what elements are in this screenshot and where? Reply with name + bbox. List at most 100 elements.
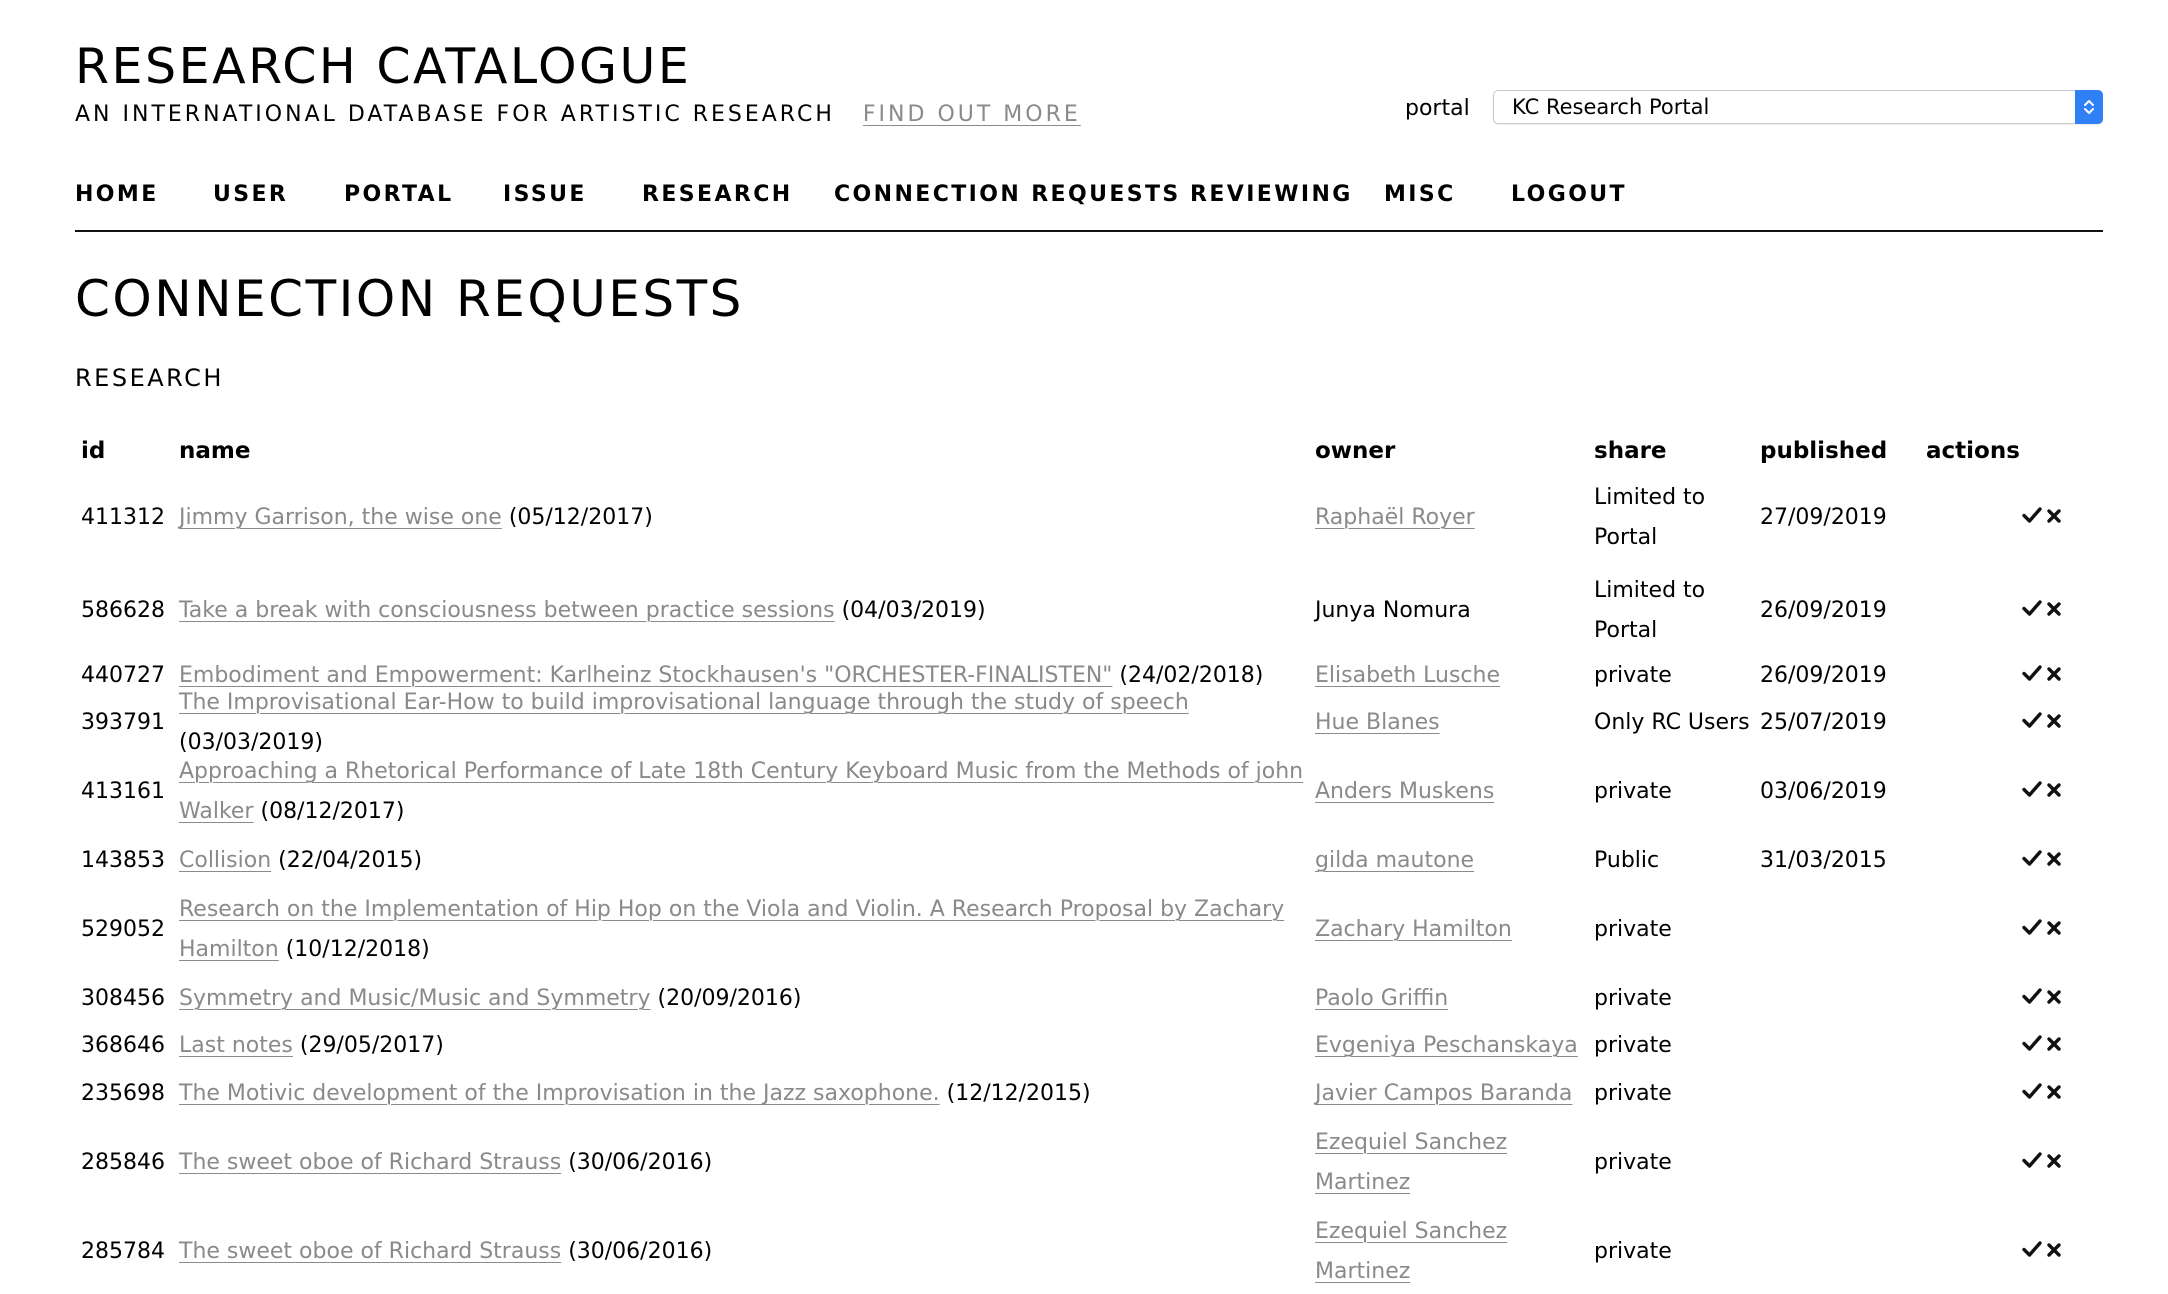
checkmark-icon[interactable]	[2021, 985, 2043, 1007]
research-link[interactable]: The sweet oboe of Richard Strauss	[179, 1150, 561, 1175]
checkmark-icon[interactable]	[2021, 1032, 2043, 1054]
main-nav: HOME USER PORTAL ISSUE RESEARCH CONNECTI…	[75, 182, 2103, 232]
research-link[interactable]: Take a break with consciousness between …	[179, 598, 835, 623]
nav-home[interactable]: HOME	[75, 182, 159, 207]
site-title[interactable]: RESEARCH CATALOGUE	[75, 38, 691, 95]
column-header-share: share	[1594, 438, 1667, 464]
research-link-continued[interactable]: Hamilton	[179, 937, 279, 962]
owner-link[interactable]: Zachary Hamilton	[1315, 917, 1512, 942]
checkmark-icon[interactable]	[2021, 1149, 2043, 1171]
cell-name: Collision (22/04/2015)	[179, 841, 1304, 881]
research-link[interactable]: The Motivic development of the Improvisa…	[179, 1081, 940, 1106]
cross-icon[interactable]	[2043, 986, 2065, 1008]
cell-share: Limited to Portal	[1594, 476, 1754, 560]
table-row: 368646 Last notes (29/05/2017) Evgeniya Pe…	[75, 1026, 2103, 1066]
research-date: (12/12/2015)	[946, 1081, 1091, 1106]
nav-reviewing[interactable]: REVIEWING	[1190, 182, 1353, 207]
cross-icon[interactable]	[2043, 917, 2065, 939]
page-title: CONNECTION REQUESTS	[75, 270, 744, 328]
cell-actions	[2021, 750, 2101, 834]
table-row: 235698 The Motivic development of the Imp…	[75, 1074, 2103, 1114]
cell-owner: Ezequiel Sanchez Martinez	[1315, 1210, 1590, 1294]
row-id: 143853	[81, 848, 165, 873]
owner-link[interactable]: gilda mautone	[1315, 848, 1474, 873]
nav-issue[interactable]: ISSUE	[503, 182, 587, 207]
checkmark-icon[interactable]	[2021, 709, 2043, 731]
checkmark-icon[interactable]	[2021, 778, 2043, 800]
owner-link[interactable]: Ezequiel Sanchez	[1315, 1130, 1507, 1155]
owner-link[interactable]: Evgeniya Peschanskaya	[1315, 1033, 1578, 1058]
research-date: (30/06/2016)	[568, 1239, 713, 1264]
cell-id: 285784	[81, 1210, 181, 1294]
share-text-continued: Portal	[1594, 618, 1658, 643]
cell-actions	[2021, 1026, 2101, 1066]
cell-published	[1760, 1026, 1900, 1066]
cross-icon[interactable]	[2043, 779, 2065, 801]
checkmark-icon[interactable]	[2021, 847, 2043, 869]
nav-user[interactable]: USER	[213, 182, 288, 207]
row-id: 308456	[81, 986, 165, 1011]
nav-misc[interactable]: MISC	[1384, 182, 1456, 207]
checkmark-icon[interactable]	[2021, 597, 2043, 619]
owner-link-continued[interactable]: Martinez	[1315, 1170, 1410, 1195]
cell-id: 235698	[81, 1074, 181, 1114]
checkmark-icon[interactable]	[2021, 916, 2043, 938]
research-link[interactable]: Symmetry and Music/Music and Symmetry	[179, 986, 651, 1011]
owner-link-continued[interactable]: Martinez	[1315, 1259, 1410, 1284]
research-date: (10/12/2018)	[285, 937, 430, 962]
research-link-continued[interactable]: Walker	[179, 799, 253, 824]
row-id: 235698	[81, 1081, 165, 1106]
owner-link[interactable]: Hue Blanes	[1315, 710, 1440, 735]
row-id: 586628	[81, 598, 165, 623]
nav-connection-requests[interactable]: CONNECTION REQUESTS	[834, 182, 1181, 207]
cross-icon[interactable]	[2043, 1033, 2065, 1055]
cross-icon[interactable]	[2043, 505, 2065, 527]
cross-icon[interactable]	[2043, 848, 2065, 870]
checkmark-icon[interactable]	[2021, 1238, 2043, 1260]
cell-actions	[2021, 979, 2101, 1019]
share-value: Limited to Portal	[1594, 571, 1705, 651]
table-row: 308456 Symmetry and Music/Music and Symme…	[75, 979, 2103, 1019]
checkmark-icon[interactable]	[2021, 504, 2043, 526]
cross-icon[interactable]	[2043, 1081, 2065, 1103]
cell-owner: Elisabeth Lusche	[1315, 656, 1590, 696]
cross-icon[interactable]	[2043, 710, 2065, 732]
cross-icon[interactable]	[2043, 598, 2065, 620]
research-link[interactable]: Research on the Implementation of Hip Ho…	[179, 897, 1284, 922]
table-row: 285784 The sweet oboe of Richard Strauss …	[75, 1210, 2103, 1294]
research-link[interactable]: Approaching a Rhetorical Performance of …	[179, 759, 1303, 784]
owner-link[interactable]: Paolo Griffin	[1315, 986, 1448, 1011]
cell-published: 03/06/2019	[1760, 750, 1900, 834]
row-actions	[2021, 1074, 2065, 1114]
cell-owner: Paolo Griffin	[1315, 979, 1590, 1019]
research-link[interactable]: Last notes	[179, 1033, 293, 1058]
find-out-more-link[interactable]: FIND OUT MORE	[863, 102, 1081, 127]
owner-link[interactable]: Ezequiel Sanchez	[1315, 1219, 1507, 1244]
cross-icon[interactable]	[2043, 1150, 2065, 1172]
cross-icon[interactable]	[2043, 663, 2065, 685]
research-link[interactable]: The sweet oboe of Richard Strauss	[179, 1239, 561, 1264]
research-link[interactable]: Jimmy Garrison, the wise one	[179, 505, 502, 530]
owner-link[interactable]: Raphaël Royer	[1315, 505, 1475, 530]
published-date: 25/07/2019	[1760, 710, 1887, 735]
share-text: Limited to	[1594, 578, 1706, 603]
portal-select[interactable]: KC Research Portal	[1493, 90, 2103, 124]
nav-logout[interactable]: LOGOUT	[1511, 182, 1627, 207]
table-row: 529052 Research on the Implementation of …	[75, 888, 2103, 972]
nav-research[interactable]: RESEARCH	[642, 182, 793, 207]
research-link[interactable]: Collision	[179, 848, 271, 873]
owner-name: Elisabeth Lusche	[1315, 656, 1500, 696]
research-link[interactable]: The Improvisational Ear-How to build imp…	[179, 690, 1189, 715]
owner-name: Ezequiel Sanchez Martinez	[1315, 1212, 1507, 1292]
checkmark-icon[interactable]	[2021, 662, 2043, 684]
cell-share: Only RC Users	[1594, 703, 1754, 743]
share-text-continued: Portal	[1594, 525, 1658, 550]
nav-portal[interactable]: PORTAL	[344, 182, 454, 207]
owner-link[interactable]: Elisabeth Lusche	[1315, 663, 1500, 688]
cross-icon[interactable]	[2043, 1239, 2065, 1261]
checkmark-icon[interactable]	[2021, 1080, 2043, 1102]
cell-actions	[2021, 888, 2101, 972]
cell-share: private	[1594, 979, 1754, 1019]
owner-link[interactable]: Javier Campos Baranda	[1315, 1081, 1572, 1106]
owner-link[interactable]: Anders Muskens	[1315, 779, 1494, 804]
